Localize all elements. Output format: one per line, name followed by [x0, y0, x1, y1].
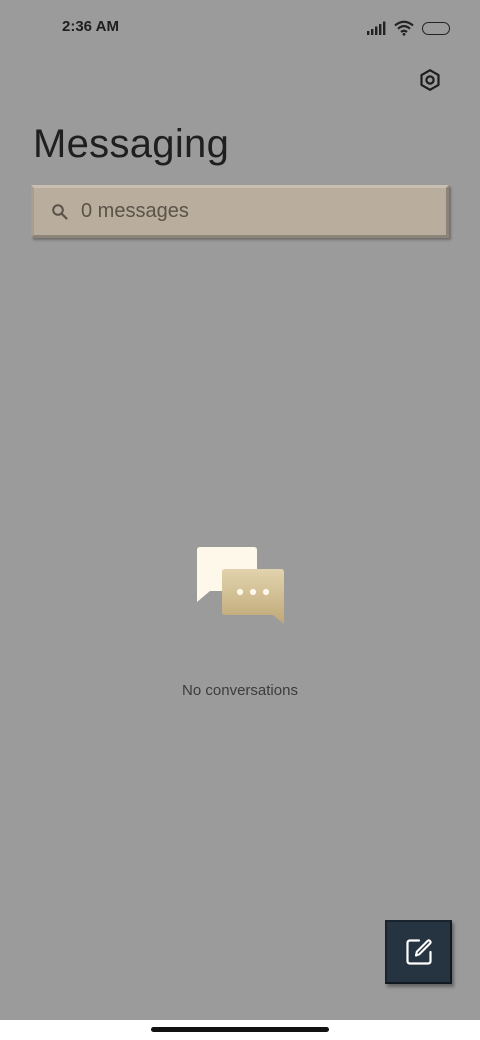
gear-icon: [420, 69, 440, 91]
status-time: 2:36 AM: [62, 18, 119, 35]
battery-icon: [422, 21, 450, 35]
page-title: Messaging: [33, 122, 230, 166]
signal-icon: [367, 21, 386, 35]
navigation-bar: [0, 1020, 480, 1040]
search-icon: [52, 203, 68, 220]
status-icons: [366, 18, 450, 38]
search-input[interactable]: 0 messages: [81, 200, 189, 223]
compose-icon: [405, 939, 432, 965]
chat-bubbles-icon: [197, 547, 284, 624]
settings-button[interactable]: [414, 64, 446, 96]
status-bar: 2:36 AM: [0, 0, 480, 56]
empty-state-message: No conversations: [182, 682, 298, 699]
search-bar[interactable]: 0 messages: [31, 185, 449, 238]
compose-button[interactable]: [385, 920, 452, 984]
wifi-icon: [394, 20, 414, 36]
messaging-screen: 2:36 AM Messaging 0 messages No conversa…: [0, 0, 480, 1020]
home-indicator[interactable]: [151, 1027, 329, 1032]
